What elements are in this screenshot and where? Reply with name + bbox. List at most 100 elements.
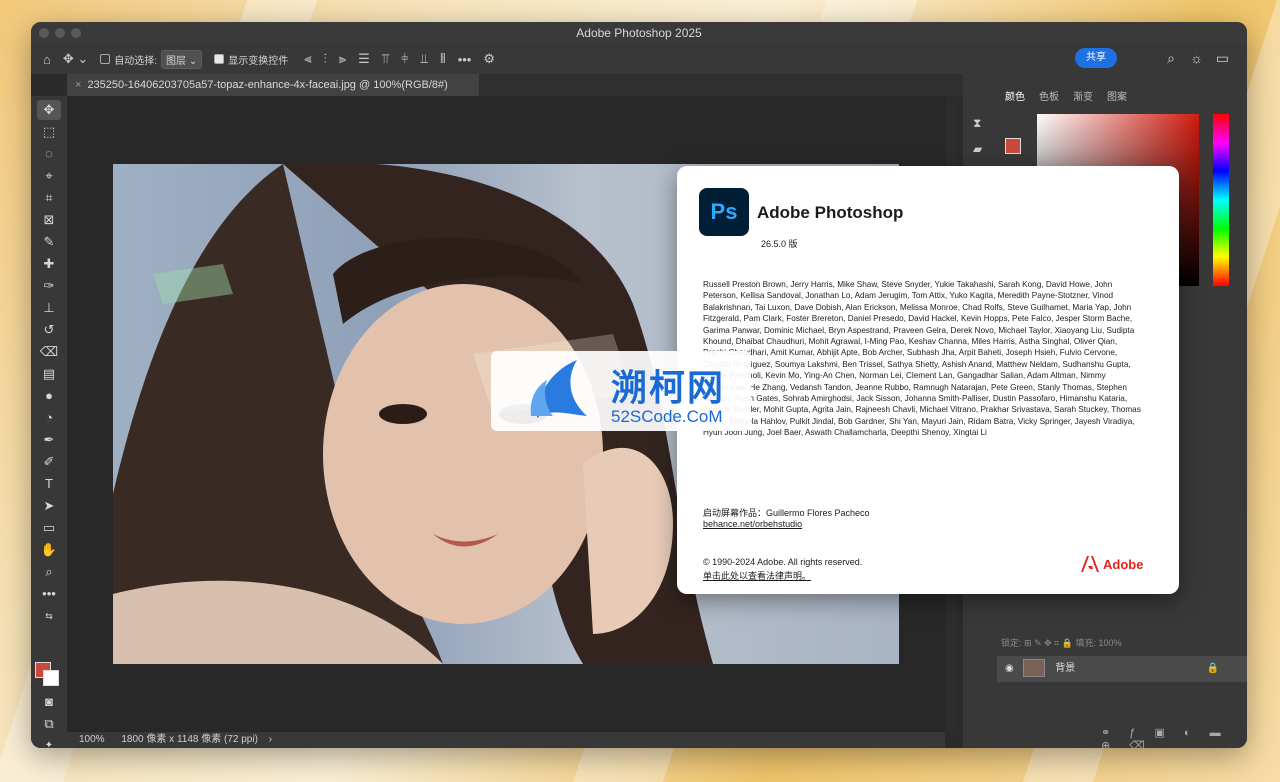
brush-tool-icon[interactable]: ✑ <box>37 276 61 296</box>
screen-mode-icon[interactable]: ⧉ <box>37 714 61 734</box>
search-icon[interactable]: ⌕ <box>1167 50 1175 67</box>
splash-artwork-link[interactable]: behance.net/orbehstudio <box>703 519 802 529</box>
minimize-window-button[interactable] <box>55 28 65 38</box>
generative-icon[interactable]: ✦ <box>37 736 61 748</box>
hand-tool-icon[interactable]: ✋ <box>37 540 61 560</box>
adobe-label: Adobe <box>1103 556 1144 572</box>
about-app-name: Adobe Photoshop <box>757 203 904 222</box>
about-version: 26.5.0 版 <box>761 239 798 249</box>
eraser-tool-icon[interactable]: ⌫ <box>37 342 61 362</box>
layer-row-background[interactable]: ◉ 背景 🔒 <box>997 656 1247 682</box>
watermark-en-text: 52SCode.CoM <box>611 407 723 426</box>
tab-color[interactable]: 颜色 <box>1005 88 1025 103</box>
adobe-logo-icon <box>1081 556 1099 572</box>
distribute-vertical-icon[interactable]: ⦀ <box>440 51 446 67</box>
object-select-tool-icon[interactable]: ⌖ <box>37 166 61 186</box>
lightbulb-icon[interactable]: ☼ <box>1190 50 1203 66</box>
quick-mask-icon[interactable]: ◙ <box>37 692 61 712</box>
fill-value[interactable]: 100% <box>1098 638 1121 648</box>
move-tool-icon[interactable]: ✥ ⌄ <box>63 51 88 67</box>
frame-tool-icon[interactable]: ⊠ <box>37 210 61 230</box>
eyedropper-tool-icon[interactable]: ✎ <box>37 232 61 252</box>
edit-toolbar-icon[interactable]: ••• <box>37 584 61 604</box>
auto-select-checkbox[interactable] <box>100 54 111 64</box>
healing-brush-tool-icon[interactable]: ✚ <box>37 254 61 274</box>
hue-slider[interactable] <box>1213 114 1229 286</box>
crop-tool-icon[interactable]: ⌗ <box>37 188 61 208</box>
background-color-swatch[interactable] <box>43 670 59 686</box>
auto-select-option[interactable]: 自动选择: 图层 ⌄ <box>100 49 203 69</box>
align-bottom-icon[interactable]: ⫫ <box>421 51 428 67</box>
align-right-icon[interactable]: ⫸ <box>339 51 346 67</box>
panel-foreground-swatch[interactable] <box>1005 138 1021 154</box>
about-credits: Russell Preston Brown, Jerry Harris, Mik… <box>703 280 1141 438</box>
gradient-tool-icon[interactable]: ▤ <box>37 364 61 384</box>
history-panel-icon[interactable]: ⧗ <box>973 116 981 131</box>
color-panel-tabs: 颜色 色板 渐变 图案 <box>1005 88 1127 103</box>
show-transform-checkbox[interactable] <box>214 54 225 64</box>
align-top-icon[interactable]: ⫪ <box>382 51 389 67</box>
tools-panel: ✥ ⬚ ◌ ⌖ ⌗ ⊠ ✎ ✚ ✑ ⊥ ↺ ⌫ ▤ ● ◔ ✒ ✐ T ➤ ▭ … <box>31 96 67 748</box>
options-bar: ⌂ ✥ ⌄ 自动选择: 图层 ⌄ 显示变换控件 ⫷ ⫶ ⫸ ☰ ⫪ ⫩ ⫫ ⦀ … <box>31 44 1247 74</box>
auto-select-label: 自动选择: <box>114 55 158 67</box>
tab-swatches[interactable]: 色板 <box>1039 88 1059 103</box>
eye-icon[interactable]: ◉ <box>1005 663 1014 674</box>
chevron-right-icon[interactable]: › <box>269 734 272 745</box>
close-tab-icon[interactable]: × <box>75 79 81 91</box>
lock-icons[interactable]: ⊞ ✎ ✥ ⌗ 🔒 <box>1024 638 1073 648</box>
document-info[interactable]: 1800 像素 x 1148 像素 (72 ppi) <box>121 734 258 745</box>
splash-artwork-label: 启动屏幕作品：Guillermo Flores Pacheco <box>703 508 870 518</box>
zoom-window-button[interactable] <box>71 28 81 38</box>
show-transform-option[interactable]: 显示变换控件 <box>214 52 288 67</box>
close-window-button[interactable] <box>39 28 49 38</box>
show-transform-label: 显示变换控件 <box>228 55 289 67</box>
rectangle-tool-icon[interactable]: ▭ <box>37 518 61 538</box>
path-select-tool-icon[interactable]: ➤ <box>37 496 61 516</box>
document-tab-row: × 235250-16406203705a57-topaz-enhance-4x-… <box>67 74 963 96</box>
path-tool-icon[interactable]: ✐ <box>37 452 61 472</box>
tab-patterns[interactable]: 图案 <box>1107 88 1127 103</box>
tab-gradients[interactable]: 渐变 <box>1073 88 1093 103</box>
watermark-cn-text: 溯柯网 <box>611 367 726 408</box>
zoom-level[interactable]: 100% <box>79 734 105 745</box>
move-tool-icon[interactable]: ✥ <box>37 100 61 120</box>
distribute-icon[interactable]: ☰ <box>358 51 370 67</box>
marquee-tool-icon[interactable]: ⬚ <box>37 122 61 142</box>
document-tab-title: 235250-16406203705a57-topaz-enhance-4x-f… <box>87 79 448 91</box>
adobe-logo: Adobe <box>1081 556 1143 572</box>
lock-icon: 🔒 <box>1206 663 1219 674</box>
history-brush-tool-icon[interactable]: ↺ <box>37 320 61 340</box>
document-tab[interactable]: × 235250-16406203705a57-topaz-enhance-4x-… <box>67 74 479 96</box>
layer-name: 背景 <box>1055 663 1076 674</box>
align-left-icon[interactable]: ⫷ <box>304 51 311 67</box>
more-options-icon[interactable]: ••• <box>458 52 472 67</box>
layer-thumbnail <box>1022 659 1045 678</box>
copyright-text: © 1990-2024 Adobe. All rights reserved. <box>703 557 863 567</box>
title-bar: Adobe Photoshop 2025 <box>31 22 1247 44</box>
dodge-tool-icon[interactable]: ◔ <box>37 408 61 428</box>
lasso-tool-icon[interactable]: ◌ <box>37 144 61 164</box>
align-center-icon[interactable]: ⫶ <box>324 51 327 67</box>
stamp-tool-icon[interactable]: ⊥ <box>37 298 61 318</box>
about-dialog[interactable]: Ps Adobe Photoshop 26.5.0 版 Russell Pres… <box>677 166 1179 594</box>
pen-tool-icon[interactable]: ✒ <box>37 430 61 450</box>
photoshop-logo: Ps <box>699 188 749 236</box>
share-button[interactable]: 共享 <box>1075 48 1117 68</box>
lock-label: 锁定: <box>1001 638 1022 648</box>
fill-label: 填充: <box>1075 638 1096 648</box>
auto-select-target-dropdown[interactable]: 图层 ⌄ <box>161 49 203 69</box>
layers-footer-icons[interactable]: ⚭ ƒ ▣ ◐ ▬ ⊕ ⌫ <box>1101 726 1247 748</box>
gear-icon[interactable]: ⚙ <box>483 51 495 67</box>
legal-notice-link[interactable]: 单击此处以查看法律声明。 <box>703 569 811 582</box>
lock-row: 锁定: ⊞ ✎ ✥ ⌗ 🔒 填充: 100% <box>1001 636 1122 649</box>
comments-panel-icon[interactable]: ▰ <box>973 142 982 156</box>
swap-colors-icon[interactable]: ⇆ <box>37 606 61 626</box>
workspace-icon[interactable]: ▭ <box>1216 50 1229 67</box>
blur-tool-icon[interactable]: ● <box>37 386 61 406</box>
type-tool-icon[interactable]: T <box>37 474 61 494</box>
window-title: Adobe Photoshop 2025 <box>576 26 702 40</box>
zoom-tool-icon[interactable]: ⌕ <box>37 562 61 582</box>
align-middle-icon[interactable]: ⫩ <box>401 51 408 67</box>
home-icon[interactable]: ⌂ <box>43 52 51 67</box>
watermark: 溯柯网 52SCode.CoM <box>491 351 751 431</box>
